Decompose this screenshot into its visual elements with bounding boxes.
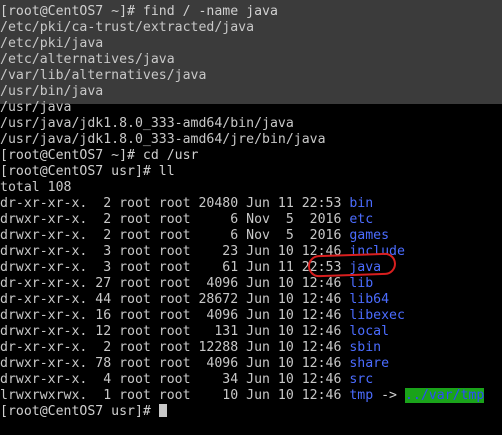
listing-row: dr-xr-xr-x. 2 root root 12288 Jun 10 12:… [0,340,502,356]
output-line: /etc/pki/ca-trust/extracted/java [0,20,255,35]
text-cursor [158,404,167,417]
listing-name: src [349,372,374,387]
listing-meta: drwxr-xr-x. 12 root root 131 Jun 10 12:4… [0,324,350,339]
listing-meta: drwxr-xr-x. 3 root root 23 Jun 10 12:46 [0,244,350,259]
listing-meta: lrwxrwxrwx. 1 root root 10 Jun 10 12:46 [0,388,350,403]
output-line: /usr/java [0,100,72,115]
symlink-arrow: -> [373,388,405,403]
listing-meta: drwxr-xr-x. 3 root root 61 Jun 11 22:53 [0,260,350,275]
listing-meta: drwxr-xr-x. 2 root root 6 Nov 5 2016 [0,228,350,243]
listing-row: drwxr-xr-x. 2 root root 6 Nov 5 2016 gam… [0,228,502,244]
listing-name: include [349,244,405,259]
listing-name: lib64 [349,292,390,307]
listing-meta: dr-xr-xr-x. 2 root root 12288 Jun 10 12:… [0,340,350,355]
listing-meta: dr-xr-xr-x. 27 root root 4096 Jun 10 12:… [0,276,350,291]
listing-name: java [349,260,382,275]
listing-name: etc [349,212,374,227]
listing-row: drwxr-xr-x. 4 root root 34 Jun 10 12:46 … [0,372,502,388]
listing-name: share [349,356,390,371]
prompt-text: [root@CentOS7 usr]# [0,404,159,419]
listing-meta: drwxr-xr-x. 2 root root 6 Nov 5 2016 [0,212,350,227]
command-line: [root@CentOS7 ~]# cd /usr [0,148,199,163]
terminal-window[interactable]: [root@CentOS7 ~]# find / -name java /etc… [0,0,502,435]
listing-row: drwxr-xr-x. 3 root root 61 Jun 11 22:53 … [0,260,502,276]
listing-name: bin [349,196,374,211]
command-line: [root@CentOS7 usr]# ll [0,164,175,179]
listing-meta: dr-xr-xr-x. 2 root root 20480 Jun 11 22:… [0,196,350,211]
listing-row: drwxr-xr-x. 2 root root 6 Nov 5 2016 etc [0,212,502,228]
listing-name: libexec [349,308,405,323]
current-prompt-line[interactable]: [root@CentOS7 usr]# [0,404,502,420]
listing-meta: drwxr-xr-x. 78 root root 4096 Jun 10 12:… [0,356,350,371]
terminal-output: [root@CentOS7 ~]# find / -name java /etc… [0,4,502,420]
listing-name: tmp [349,388,374,403]
output-line: /usr/java/jdk1.8.0_333-amd64/jre/bin/jav… [0,132,326,147]
listing-meta: dr-xr-xr-x. 44 root root 28672 Jun 10 12… [0,292,350,307]
listing-row: dr-xr-xr-x. 2 root root 20480 Jun 11 22:… [0,196,502,212]
output-line: /usr/bin/java [0,84,104,99]
listing-row: dr-xr-xr-x. 27 root root 4096 Jun 10 12:… [0,276,502,292]
listing-name: local [349,324,390,339]
listing-name: sbin [349,340,382,355]
output-line: /usr/java/jdk1.8.0_333-amd64/bin/java [0,116,294,131]
command-line: [root@CentOS7 ~]# find / -name java [0,4,278,19]
listing-row: drwxr-xr-x. 78 root root 4096 Jun 10 12:… [0,356,502,372]
listing-row: drwxr-xr-x. 16 root root 4096 Jun 10 12:… [0,308,502,324]
listing-row: drwxr-xr-x. 3 root root 23 Jun 10 12:46 … [0,244,502,260]
listing-meta: drwxr-xr-x. 16 root root 4096 Jun 10 12:… [0,308,350,323]
listing-meta: drwxr-xr-x. 4 root root 34 Jun 10 12:46 [0,372,350,387]
listing-row-symlink: lrwxrwxrwx. 1 root root 10 Jun 10 12:46 … [0,388,502,404]
listing-row: dr-xr-xr-x. 44 root root 28672 Jun 10 12… [0,292,502,308]
listing-name: games [349,228,390,243]
output-line: total 108 [0,180,72,195]
listing-name: lib [349,276,374,291]
listing-row: drwxr-xr-x. 12 root root 131 Jun 10 12:4… [0,324,502,340]
symlink-target: ../var/tmp [404,388,485,403]
output-line: /etc/pki/java [0,36,104,51]
output-line: /var/lib/alternatives/java [0,68,207,83]
output-line: /etc/alternatives/java [0,52,175,67]
